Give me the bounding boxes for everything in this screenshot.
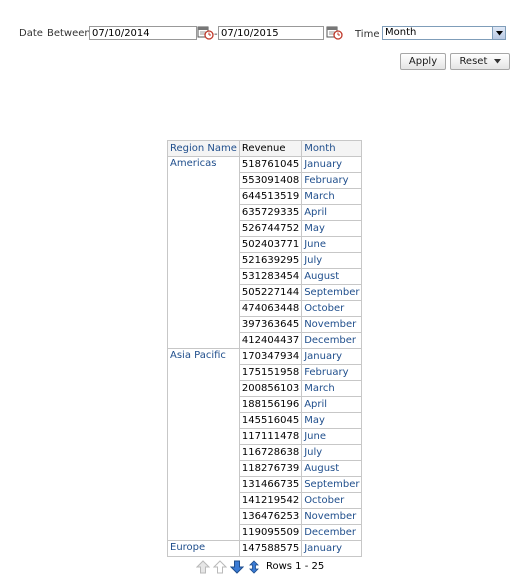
month-cell[interactable]: May	[301, 220, 363, 237]
month-cell[interactable]: June	[301, 428, 363, 445]
month-cell[interactable]: November	[301, 508, 363, 525]
revenue-cell: 136476253	[238, 508, 303, 525]
month-cell[interactable]: September	[301, 284, 363, 301]
revenue-cell: 188156196	[238, 396, 303, 413]
month-cell[interactable]: October	[301, 300, 363, 317]
revenue-cell: 147588575	[238, 540, 303, 557]
region-name-cell[interactable]: Asia Pacific	[167, 348, 240, 541]
revenue-pivot-table: Region Name Revenue Month Americas 518761…	[167, 140, 363, 557]
start-date-input[interactable]	[89, 26, 197, 40]
month-cell[interactable]: January	[301, 156, 363, 173]
revenue-cell: 141219542	[238, 492, 303, 509]
header-row: Region Name Revenue Month	[167, 140, 363, 157]
revenue-cell: 145516045	[238, 412, 303, 429]
end-date-input[interactable]	[218, 26, 324, 40]
revenue-cell: 521639295	[238, 252, 303, 269]
revenue-cell: 116728638	[238, 444, 303, 461]
revenue-cell: 644513519	[238, 188, 303, 205]
show-all-rows-icon[interactable]	[247, 560, 261, 574]
prompt-row: Date Between - Time Month	[0, 25, 519, 43]
revenue-cell: 531283454	[238, 268, 303, 285]
revenue-cell: 505227144	[238, 284, 303, 301]
start-date-calendar-icon[interactable]	[197, 25, 214, 40]
month-cell[interactable]: February	[301, 172, 363, 189]
table-row: Americas 518761045 January	[167, 156, 363, 349]
revenue-cell: 553091408	[238, 172, 303, 189]
month-cell[interactable]: March	[301, 380, 363, 397]
header-region-name[interactable]: Region Name	[167, 140, 240, 157]
revenue-cell: 200856103	[238, 380, 303, 397]
table-row: Europe 147588575 January	[167, 540, 363, 557]
month-cell[interactable]: January	[301, 348, 363, 365]
month-cell[interactable]: September	[301, 476, 363, 493]
month-cell[interactable]: March	[301, 188, 363, 205]
region-name-cell[interactable]: Europe	[167, 540, 240, 557]
month-cell[interactable]: April	[301, 396, 363, 413]
header-revenue: Revenue	[238, 140, 303, 157]
month-cell[interactable]: April	[301, 204, 363, 221]
revenue-cell: 518761045	[238, 156, 303, 173]
revenue-cell: 502403771	[238, 236, 303, 253]
first-page-icon[interactable]	[195, 560, 211, 574]
end-date-calendar-icon[interactable]	[326, 25, 343, 40]
caret-down-icon	[493, 58, 501, 63]
month-cell[interactable]: August	[301, 460, 363, 477]
revenue-cell: 635729335	[238, 204, 303, 221]
month-cell[interactable]: October	[301, 492, 363, 509]
month-cell[interactable]: May	[301, 412, 363, 429]
apply-button[interactable]: Apply	[400, 53, 446, 70]
time-select-value: Month	[385, 27, 417, 38]
month-cell[interactable]: November	[301, 316, 363, 333]
month-cell[interactable]: June	[301, 236, 363, 253]
month-cell[interactable]: August	[301, 268, 363, 285]
table-body: Americas 518761045 January 553091408 Februar…	[167, 156, 363, 557]
chevron-down-icon[interactable]	[492, 27, 505, 39]
revenue-cell: 117111478	[238, 428, 303, 445]
revenue-cell: 474063448	[238, 300, 303, 317]
next-page-icon[interactable]	[229, 560, 245, 574]
month-cell[interactable]: July	[301, 444, 363, 461]
header-month[interactable]: Month	[301, 140, 363, 157]
revenue-cell: 170347934	[238, 348, 303, 365]
rows-range-text: Rows 1 - 25	[266, 561, 325, 572]
revenue-cell: 119095509	[238, 524, 303, 541]
revenue-cell: 175151958	[238, 364, 303, 381]
revenue-cell: 526744752	[238, 220, 303, 237]
revenue-cell: 131466735	[238, 476, 303, 493]
month-cell[interactable]: December	[301, 332, 363, 349]
between-label: Between	[47, 28, 91, 39]
table-row: Asia Pacific 170347934 January	[167, 348, 363, 541]
previous-page-icon[interactable]	[212, 560, 228, 574]
revenue-cell: 412404437	[238, 332, 303, 349]
reset-button-label: Reset	[459, 56, 488, 67]
region-name-cell[interactable]: Americas	[167, 156, 240, 349]
month-cell[interactable]: January	[301, 540, 363, 557]
revenue-cell: 397363645	[238, 316, 303, 333]
time-select[interactable]: Month	[382, 26, 506, 40]
pager: Rows 1 - 25	[195, 559, 325, 575]
date-label: Date	[19, 28, 43, 39]
reset-button[interactable]: Reset	[450, 53, 510, 70]
revenue-cell: 118276739	[238, 460, 303, 477]
month-cell[interactable]: July	[301, 252, 363, 269]
time-label: Time	[355, 29, 380, 40]
month-cell[interactable]: December	[301, 524, 363, 541]
month-cell[interactable]: February	[301, 364, 363, 381]
